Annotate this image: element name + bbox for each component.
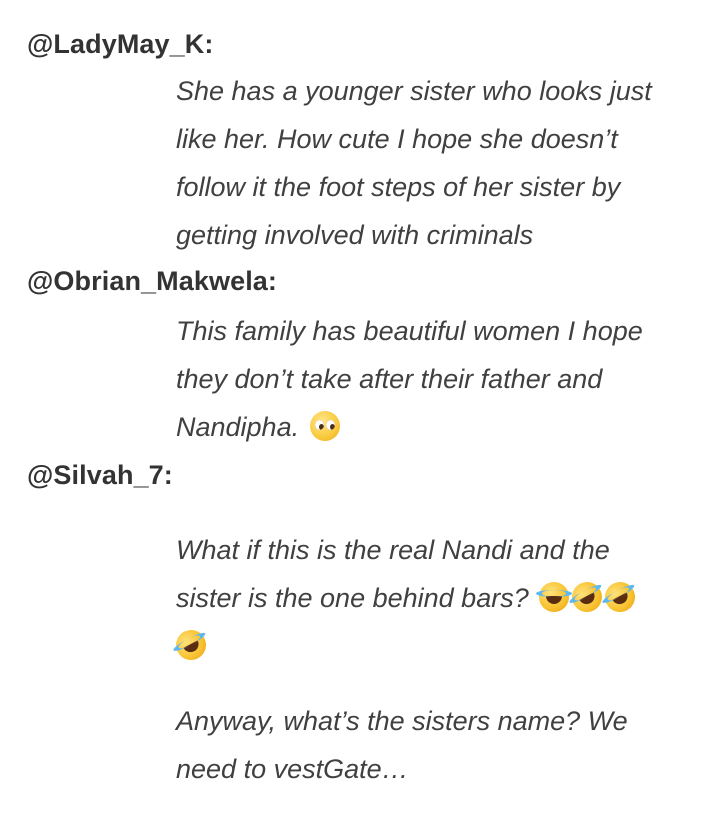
comment-username[interactable]: @Silvah_7:: [27, 460, 173, 491]
pleading-face-icon: [309, 411, 340, 441]
comment-line: Nandipha.: [176, 403, 706, 451]
comment-username[interactable]: @LadyMay_K:: [27, 29, 213, 60]
comment-line: getting involved with criminals: [176, 220, 534, 250]
comment-line: She has a younger sister who looks just: [176, 76, 652, 106]
comment-text: What if this is the real Nandi and the s…: [170, 526, 706, 670]
comment-line: they don’t take after their father and: [176, 364, 603, 394]
comment-line-text: sister is the one behind bars?: [176, 583, 529, 613]
comment-line: like her. How cute I hope she doesn’t: [176, 124, 618, 154]
comment-line: [170, 622, 706, 670]
comment-line: Anyway, what’s the sisters name? We: [176, 706, 628, 736]
tears-of-joy-icon: [536, 582, 573, 612]
comment-text: She has a younger sister who looks just …: [176, 67, 706, 259]
comment-line: sister is the one behind bars?: [176, 574, 706, 622]
comment-line-text: Nandipha.: [176, 412, 300, 442]
comment-text: This family has beautiful women I hope t…: [176, 307, 706, 451]
rolling-on-floor-laughing-icon: [599, 576, 641, 618]
comment-line: follow it the foot steps of her sister b…: [176, 172, 621, 202]
comment-line: This family has beautiful women I hope: [176, 316, 643, 346]
comment-list: @LadyMay_K: She has a younger sister who…: [0, 0, 720, 834]
rolling-on-floor-laughing-icon: [566, 576, 608, 618]
comment-line: What if this is the real Nandi and the: [176, 535, 610, 565]
comment-line: need to vestGate…: [176, 754, 409, 784]
comment-username[interactable]: @Obrian_Makwela:: [27, 266, 277, 297]
rolling-on-floor-laughing-icon: [170, 624, 212, 666]
comment-text: Anyway, what’s the sisters name? We need…: [176, 697, 706, 793]
